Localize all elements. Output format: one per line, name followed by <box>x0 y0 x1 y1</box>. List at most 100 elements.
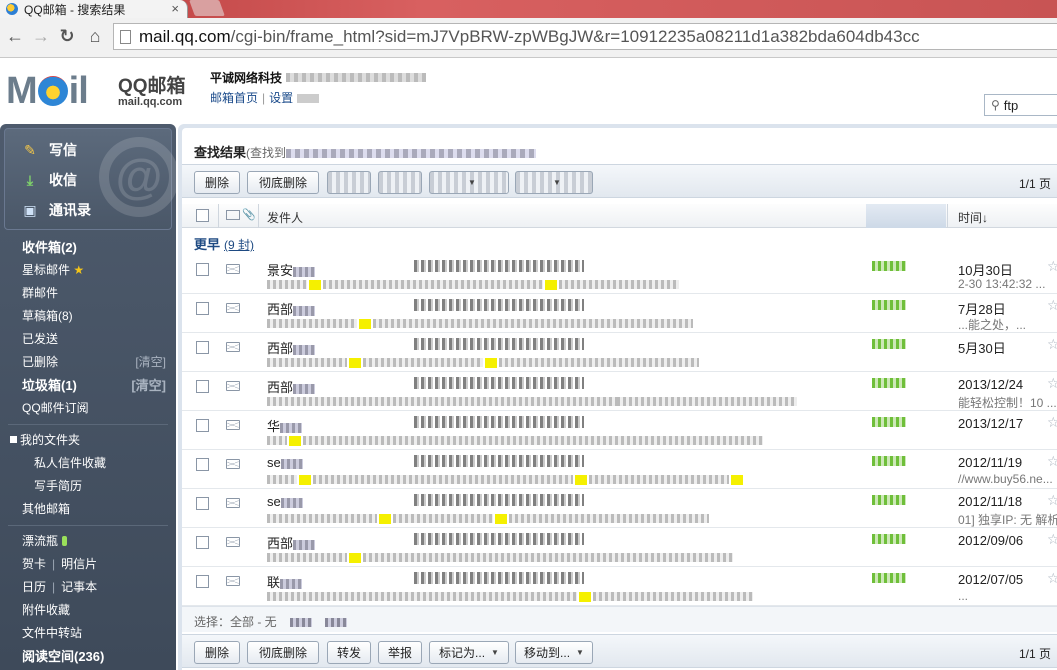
sidebar-item-starred[interactable]: 星标邮件 ★ <box>0 259 176 282</box>
star-icon[interactable]: ☆ <box>1047 297 1057 314</box>
sidebar-item-file-transfer[interactable]: 文件中转站 <box>0 622 176 645</box>
sidebar-item-deleted[interactable]: 已删除 [清空] <box>0 351 176 374</box>
redacted-text <box>559 280 679 290</box>
search-highlight <box>349 552 361 563</box>
mail-search-input[interactable]: ⚲ ftp <box>984 94 1057 116</box>
row-preview-tail: //www.buy56.ne... <box>958 472 1053 486</box>
redacted-sender <box>280 422 303 433</box>
contacts-icon: ▣ <box>23 201 37 218</box>
row-checkbox[interactable] <box>196 458 209 471</box>
row-subject[interactable] <box>414 533 584 545</box>
star-icon[interactable]: ☆ <box>1047 258 1057 275</box>
sidebar-item-bottle[interactable]: 漂流瓶 <box>0 530 176 553</box>
mark-as-dropdown[interactable]: ▼ <box>429 171 509 194</box>
table-row[interactable]: se 2012/11/18 ☆ 01] 独享IP: 无 解析... <box>182 489 1057 528</box>
sidebar-item-sent[interactable]: 已发送 <box>0 328 176 351</box>
table-row[interactable]: se 2012/11/19 ☆ //www.buy56.ne... <box>182 450 1057 489</box>
delete-button[interactable]: 删除 <box>194 171 240 194</box>
contacts-button[interactable]: ▣ 通讯录 <box>21 199 91 221</box>
row-subject[interactable] <box>414 377 584 389</box>
select-label[interactable]: 选择：全部 - 无 <box>194 615 277 629</box>
sidebar-item-attach-fav[interactable]: 附件收藏 <box>0 599 176 622</box>
star-icon[interactable]: ☆ <box>1047 414 1057 431</box>
address-bar[interactable]: mail.qq.com/cgi-bin/frame_html?sid=mJ7Vp… <box>113 23 1057 50</box>
star-icon[interactable]: ☆ <box>1047 336 1057 353</box>
star-icon[interactable]: ☆ <box>1047 375 1057 392</box>
back-icon[interactable]: ← <box>4 25 26 47</box>
notes-link[interactable]: 记事本 <box>61 580 97 594</box>
row-subject[interactable] <box>414 572 584 584</box>
mark-as-dropdown-bottom[interactable]: 标记为... ▼ <box>429 641 509 664</box>
col-sender[interactable]: 发件人 <box>267 209 303 226</box>
row-subject[interactable] <box>414 455 584 467</box>
row-subject[interactable] <box>414 494 584 506</box>
row-checkbox[interactable] <box>196 575 209 588</box>
select-all-checkbox[interactable] <box>196 209 209 222</box>
row-subject[interactable] <box>414 260 584 272</box>
delete-button-bottom[interactable]: 删除 <box>194 641 240 664</box>
forward-button-bottom[interactable]: 转发 <box>327 641 371 664</box>
row-subject[interactable] <box>414 338 584 350</box>
table-row[interactable]: 华 2013/12/17 ☆ <box>182 411 1057 450</box>
forward-button[interactable] <box>327 171 371 194</box>
calendar-link[interactable]: 日历 <box>22 580 46 594</box>
star-icon[interactable]: ☆ <box>1047 570 1057 587</box>
row-checkbox[interactable] <box>196 302 209 315</box>
sidebar-item-inbox[interactable]: 收件箱(2) <box>0 236 176 259</box>
col-time[interactable]: 时间↓ <box>958 209 988 226</box>
perm-delete-button[interactable]: 彻底删除 <box>247 171 319 194</box>
table-row[interactable]: 西部 2013/12/24 ☆ 能轻松控制！10 ... <box>182 372 1057 411</box>
table-row[interactable]: 西部 2012/09/06 ☆ <box>182 528 1057 567</box>
row-checkbox[interactable] <box>196 419 209 432</box>
home-icon[interactable]: ⌂ <box>84 25 106 47</box>
row-subject[interactable] <box>414 299 584 311</box>
sidebar-item-junk[interactable]: 垃圾箱(1) [清空] <box>0 374 176 397</box>
forward-icon[interactable]: → <box>30 25 52 47</box>
row-checkbox[interactable] <box>196 341 209 354</box>
tab-close-icon[interactable]: × <box>171 1 179 16</box>
star-icon[interactable]: ☆ <box>1047 492 1057 509</box>
card-link[interactable]: 贺卡 <box>22 557 46 571</box>
sidebar-item-group[interactable]: 群邮件 <box>0 282 176 305</box>
table-row[interactable]: 西部 5月30日 ☆ <box>182 333 1057 372</box>
row-tag <box>872 261 906 271</box>
compose-button[interactable]: ✎ 写信 <box>21 139 77 161</box>
move-to-dropdown[interactable]: ▼ <box>515 171 593 194</box>
sidebar-item-drafts[interactable]: 草稿箱(8) <box>0 305 176 328</box>
row-date: 2012/09/06 <box>958 533 1024 548</box>
star-icon[interactable]: ☆ <box>1047 453 1057 470</box>
sidebar-item-subscribe[interactable]: QQ邮件订阅 <box>0 397 176 420</box>
settings-link[interactable]: 设置 <box>269 91 293 105</box>
sidebar-item-reading[interactable]: 阅读空间(236) <box>0 645 176 668</box>
row-checkbox[interactable] <box>196 380 209 393</box>
sender-name: 西部 <box>267 341 294 356</box>
table-row[interactable]: 景安 10月30日 ☆ 2-30 13:42:32 ... <box>182 255 1057 294</box>
report-button-bottom[interactable]: 举报 <box>378 641 422 664</box>
junk-clear-link[interactable]: [清空] <box>131 374 166 397</box>
sidebar-item-other-mailbox[interactable]: 其他邮箱 <box>0 498 176 521</box>
row-subject[interactable] <box>414 416 584 428</box>
postcard-link[interactable]: 明信片 <box>61 557 97 571</box>
group-count-link[interactable]: (9 封) <box>224 238 254 252</box>
row-checkbox[interactable] <box>196 497 209 510</box>
sidebar-item-private-letters[interactable]: 私人信件收藏 <box>0 452 176 475</box>
perm-delete-button-bottom[interactable]: 彻底删除 <box>247 641 319 664</box>
new-tab-button[interactable] <box>189 0 225 16</box>
col-tag-sorted[interactable] <box>866 204 946 228</box>
move-to-dropdown-bottom[interactable]: 移动到... ▼ <box>515 641 593 664</box>
sidebar-item-resumes[interactable]: 写手简历 <box>0 475 176 498</box>
report-button[interactable] <box>378 171 422 194</box>
browser-tab[interactable]: QQ邮箱 - 搜索结果 × <box>0 0 188 18</box>
reload-icon[interactable]: ↻ <box>56 25 78 47</box>
sidebar-item-my-folders[interactable]: 我的文件夹 <box>0 429 176 452</box>
table-row[interactable]: 西部 7月28日 ☆ ...能之处，... <box>182 294 1057 333</box>
row-checkbox[interactable] <box>196 536 209 549</box>
mail-home-link[interactable]: 邮箱首页 <box>210 91 258 105</box>
deleted-clear-link[interactable]: [清空] <box>135 351 166 374</box>
collapse-icon[interactable] <box>10 436 17 443</box>
row-checkbox[interactable] <box>196 263 209 276</box>
star-icon[interactable]: ☆ <box>1047 531 1057 548</box>
table-row[interactable]: 联 2012/07/05 ☆... <box>182 567 1057 606</box>
receive-button[interactable]: ⤓ 收信 <box>21 169 77 191</box>
mail-logo[interactable]: Mil <box>6 70 89 113</box>
